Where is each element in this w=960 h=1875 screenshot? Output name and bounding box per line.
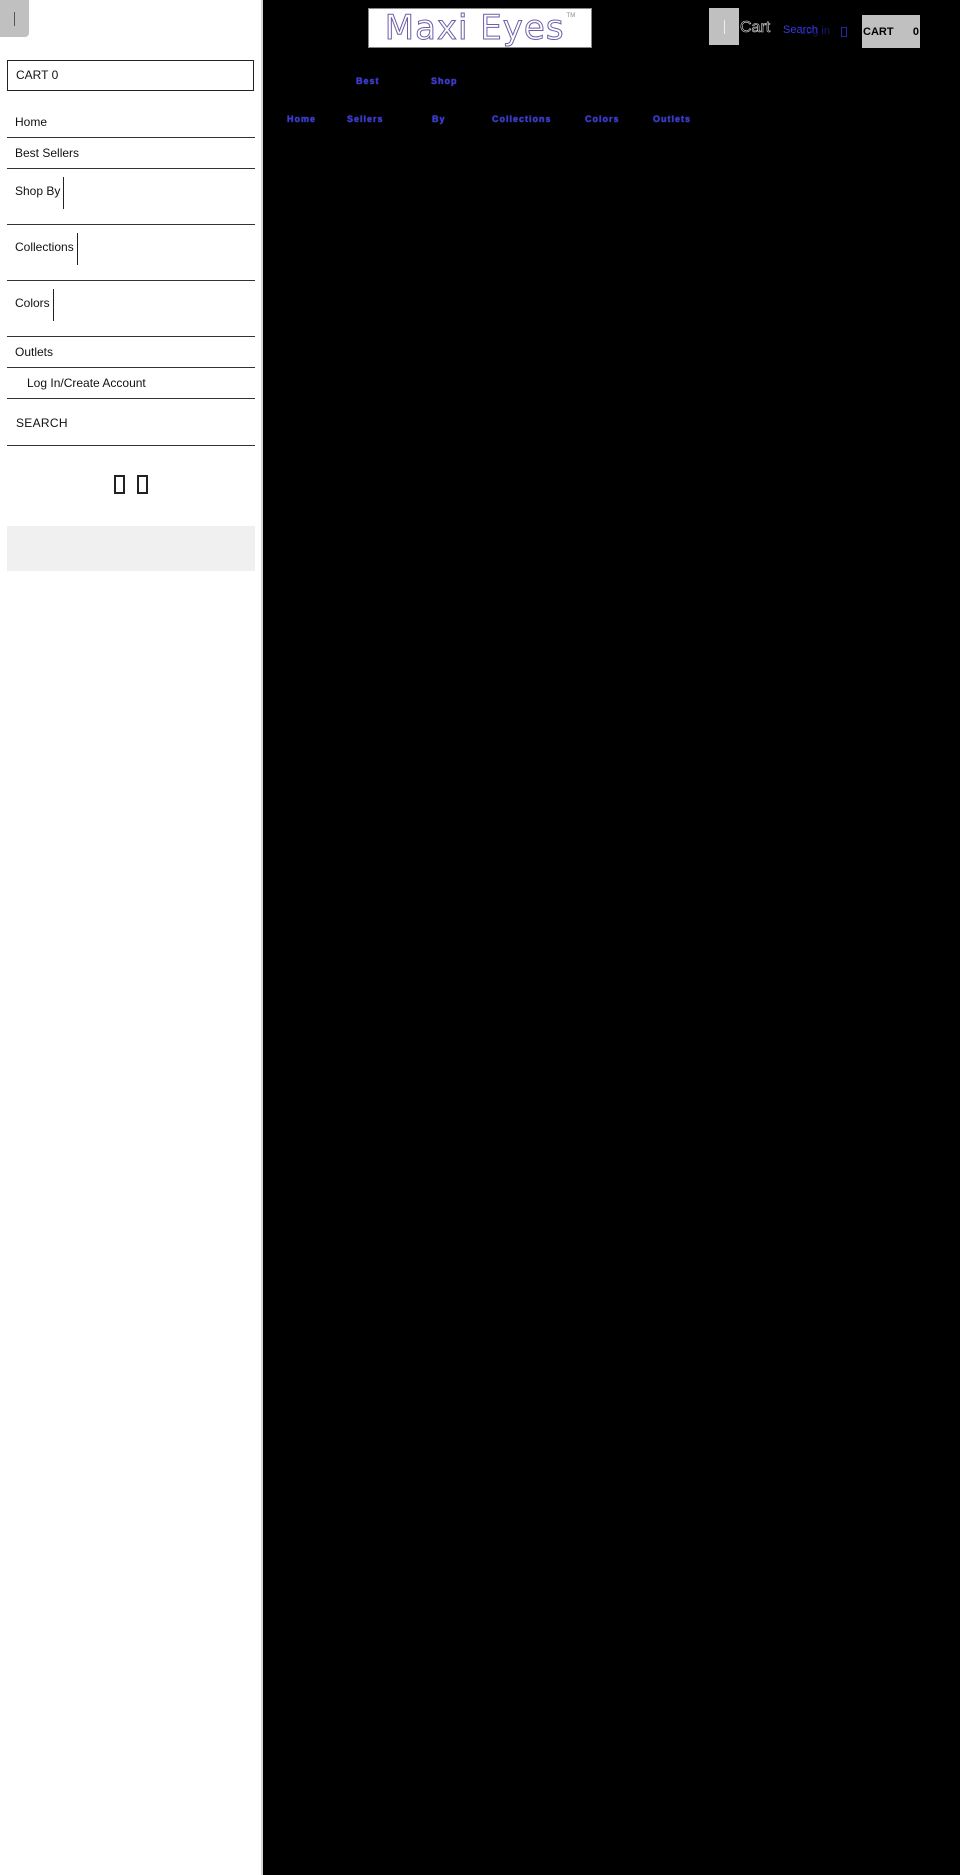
header-cart-button[interactable]: CART 0 [862, 15, 920, 48]
drawer-item-colors[interactable]: Colors [7, 281, 255, 337]
drawer-item-label: Shop By [15, 184, 61, 198]
drawer-close-button[interactable] [0, 0, 29, 37]
drawer-item-shop-by[interactable]: Shop By [7, 169, 255, 225]
main-nav-best-sellers-line1[interactable]: Best [356, 76, 380, 86]
side-drawer: CART 0 Home Best Sellers Shop By Collect… [0, 0, 263, 1875]
drawer-item-login[interactable]: Log In/Create Account [7, 368, 255, 399]
expand-toggle-icon[interactable] [77, 233, 78, 265]
main-nav-home[interactable]: Home [287, 114, 316, 124]
main-nav-collections[interactable]: Collections [492, 114, 552, 124]
social-icon-1[interactable] [113, 475, 125, 494]
close-icon [14, 11, 15, 26]
drawer-cart-button[interactable]: CART 0 [7, 60, 254, 91]
header-cart-text[interactable]: Cart [740, 19, 771, 37]
social-icon-2[interactable] [136, 475, 148, 494]
expand-toggle-icon[interactable] [63, 177, 64, 209]
header-menu-button[interactable] [709, 8, 739, 45]
logo-trademark: TM [566, 13, 576, 19]
drawer-item-label: Log In/Create Account [27, 376, 146, 390]
drawer-item-collections[interactable]: Collections [7, 225, 255, 281]
expand-toggle-icon[interactable] [53, 289, 54, 321]
drawer-cart-label: CART 0 [16, 68, 59, 82]
drawer-item-label: SEARCH [16, 416, 68, 430]
drawer-item-label: Best Sellers [15, 146, 80, 160]
header-login-link[interactable]: Log in [800, 25, 830, 37]
header-cart-count: 0 [912, 25, 919, 38]
drawer-nav: Home Best Sellers Shop By Collections Co… [7, 107, 255, 446]
drawer-item-search[interactable]: SEARCH [7, 399, 255, 446]
main-nav-shop-by-line1[interactable]: Shop [431, 76, 458, 86]
drawer-footer-panel [7, 526, 255, 571]
drawer-item-best-sellers[interactable]: Best Sellers [7, 138, 255, 169]
account-icon[interactable] [841, 27, 847, 37]
logo-text: Maxi Eyes [384, 8, 565, 49]
drawer-item-label: Outlets [15, 345, 54, 359]
header-cart-label: CART [863, 25, 894, 38]
menu-icon [723, 19, 725, 34]
logo[interactable]: Maxi Eyes TM [368, 8, 592, 49]
drawer-item-home[interactable]: Home [7, 107, 255, 138]
main-nav-shop-by-line2[interactable]: By [432, 114, 446, 124]
main-nav-outlets[interactable]: Outlets [653, 114, 691, 124]
main-nav-colors[interactable]: Colors [585, 114, 620, 124]
drawer-item-outlets[interactable]: Outlets [7, 337, 255, 368]
main-nav-best-sellers-line2[interactable]: Sellers [347, 114, 384, 124]
social-links [0, 475, 261, 499]
drawer-item-label: Home [15, 115, 48, 129]
drawer-item-label: Colors [15, 296, 50, 310]
drawer-item-label: Collections [15, 240, 74, 254]
